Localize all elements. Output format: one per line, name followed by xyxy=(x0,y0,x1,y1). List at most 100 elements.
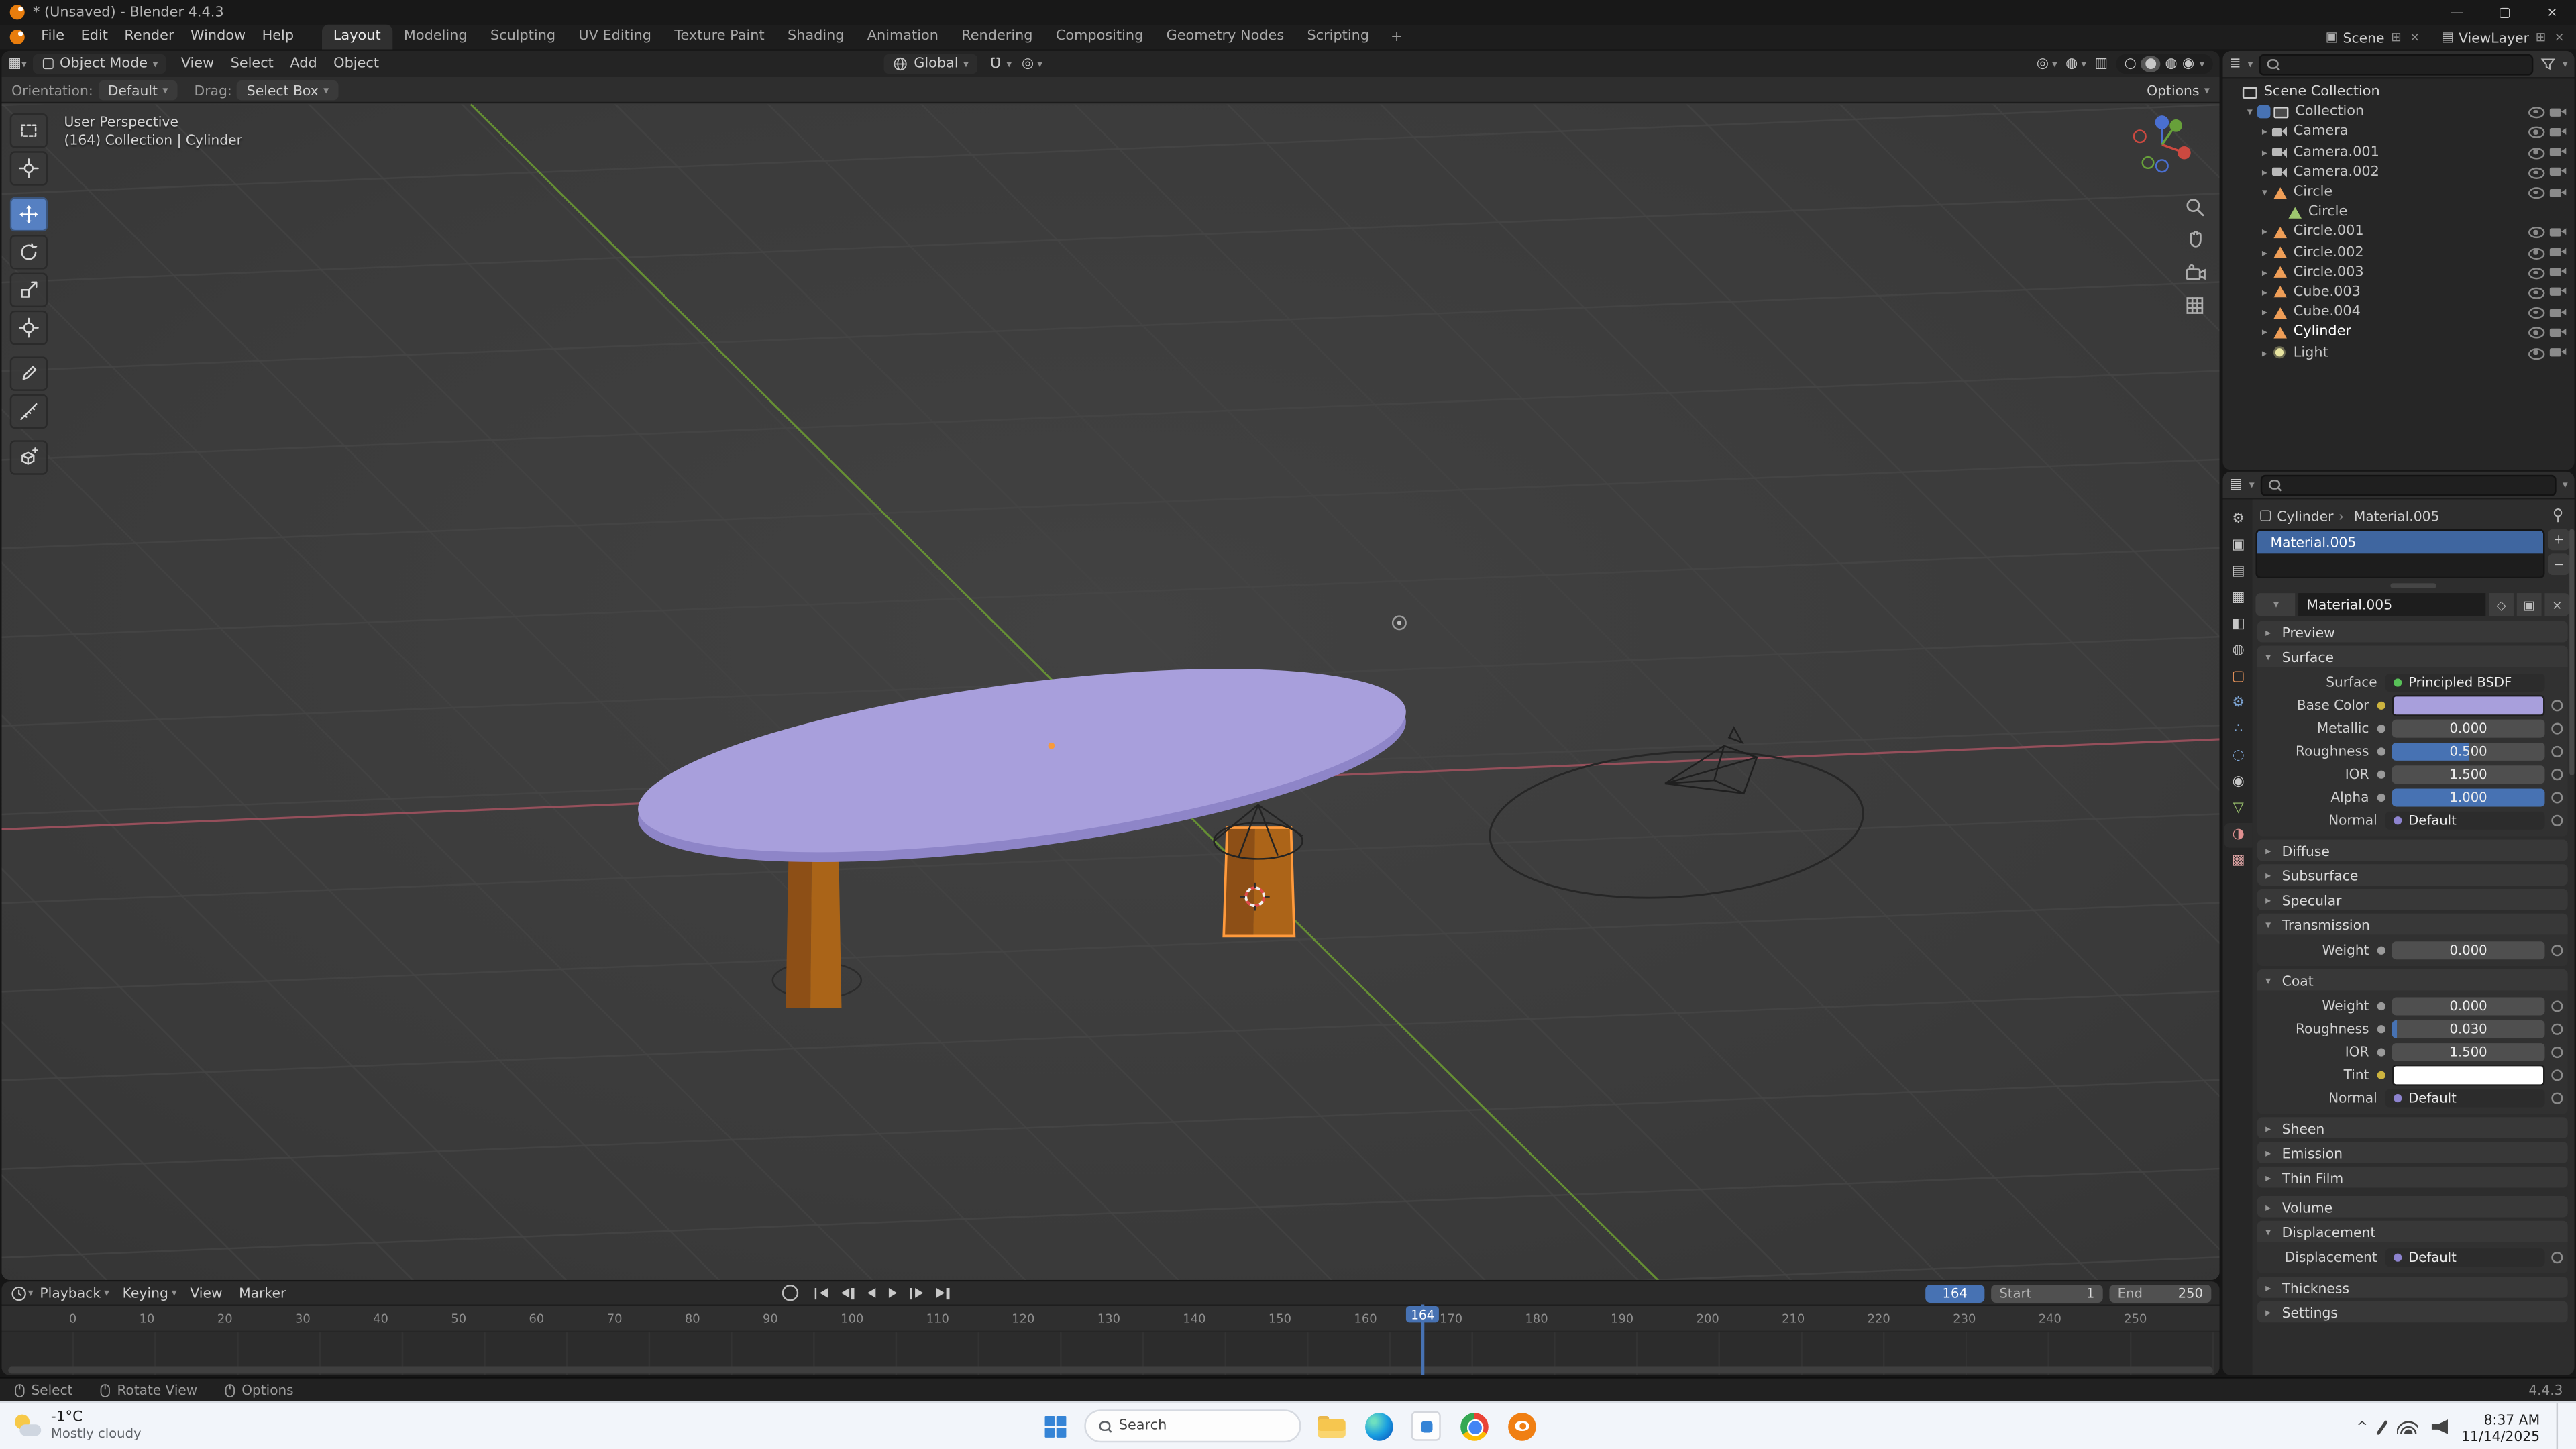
property-value-widget[interactable]: Default xyxy=(2385,1088,2545,1106)
disable-in-render-icon[interactable] xyxy=(2550,306,2568,319)
timeline-ruler[interactable]: 0102030405060708090100110120130140150160… xyxy=(1,1306,2219,1332)
timeline-track-area[interactable] xyxy=(1,1332,2219,1375)
options-dropdown[interactable]: Options ▾ xyxy=(2147,81,2210,97)
disable-in-render-icon[interactable] xyxy=(2550,166,2568,179)
zoom-icon[interactable] xyxy=(2184,195,2206,218)
disable-in-render-icon[interactable] xyxy=(2550,125,2568,139)
expander-icon[interactable]: ▸ xyxy=(2257,146,2272,159)
settings-panel[interactable]: ▸Settings xyxy=(2257,1301,2568,1323)
hide-in-viewport-icon[interactable] xyxy=(2528,246,2544,259)
disable-in-render-icon[interactable] xyxy=(2550,346,2568,360)
outliner-row[interactable]: ▸ Light xyxy=(2222,342,2574,362)
timeline-menu-item[interactable]: Playback▾ xyxy=(34,1285,116,1301)
orientation-default-dropdown[interactable]: Default ▾ xyxy=(98,80,178,99)
thickness-panel[interactable]: ▸Thickness xyxy=(2257,1277,2568,1298)
property-value-widget[interactable]: Default xyxy=(2385,811,2545,829)
viewlayer-selector[interactable]: ViewLayer xyxy=(2459,29,2529,45)
expander-icon[interactable]: ▸ xyxy=(2257,266,2272,279)
workspace-tab[interactable]: Layout xyxy=(322,25,392,50)
decorate-icon[interactable] xyxy=(2551,699,2563,710)
pan-hand-icon[interactable] xyxy=(2184,228,2206,251)
outliner-row[interactable]: ▸ Camera.002 xyxy=(2222,162,2574,182)
properties-tab[interactable] xyxy=(2224,586,2253,610)
diffuse-panel[interactable]: ▸Diffuse xyxy=(2257,839,2568,861)
emission-panel[interactable]: ▸Emission xyxy=(2257,1142,2568,1163)
drag-mode-dropdown[interactable]: Select Box ▾ xyxy=(237,80,339,99)
new-material-button[interactable]: ▣ xyxy=(2517,593,2542,616)
tray-expand-icon[interactable]: ^ xyxy=(2357,1419,2367,1434)
wifi-icon[interactable] xyxy=(2397,1419,2418,1434)
properties-tab[interactable] xyxy=(2224,507,2253,532)
rendered-shading-icon[interactable]: ◉ xyxy=(2182,56,2194,72)
expander-icon[interactable]: ▾ xyxy=(2243,105,2257,119)
material-slot-active[interactable]: Material.005 xyxy=(2257,531,2543,553)
outliner-search-input[interactable] xyxy=(2259,54,2532,75)
workspace-tab[interactable]: Geometry Nodes xyxy=(1155,25,1295,50)
hide-in-viewport-icon[interactable] xyxy=(2528,226,2544,239)
property-value-widget[interactable]: Default xyxy=(2385,1248,2545,1266)
properties-tab[interactable] xyxy=(2224,665,2253,690)
property-value-widget[interactable]: Principled BSDF xyxy=(2385,673,2545,691)
property-value-widget[interactable]: 0.030 xyxy=(2392,1020,2545,1038)
cursor-tool[interactable] xyxy=(10,151,48,185)
properties-scrollbar[interactable] xyxy=(2569,529,2574,775)
properties-tab[interactable] xyxy=(2224,533,2253,558)
timeline-editor-icon[interactable] xyxy=(10,1284,28,1302)
jump-to-start-button[interactable] xyxy=(810,1283,833,1303)
subsurface-panel[interactable]: ▸Subsurface xyxy=(2257,864,2568,885)
solid-shading-icon[interactable]: ● xyxy=(2141,56,2160,72)
prev-keyframe-button[interactable] xyxy=(836,1283,859,1303)
transform-tool[interactable] xyxy=(10,311,48,345)
hide-in-viewport-icon[interactable] xyxy=(2528,306,2544,319)
property-value-widget[interactable]: 0.000 xyxy=(2392,996,2545,1014)
properties-tab[interactable] xyxy=(2224,612,2253,637)
expander-icon[interactable]: ▸ xyxy=(2257,306,2272,319)
sheen-panel[interactable]: ▸Sheen xyxy=(2257,1117,2568,1138)
properties-tab[interactable] xyxy=(2224,638,2253,663)
expander-icon[interactable]: ▾ xyxy=(2257,186,2272,199)
xray-toggle[interactable]: ▥ xyxy=(2094,56,2108,72)
disable-in-render-icon[interactable] xyxy=(2550,266,2568,279)
hide-in-viewport-icon[interactable] xyxy=(2528,346,2544,360)
next-keyframe-button[interactable] xyxy=(905,1283,928,1303)
decorate-icon[interactable] xyxy=(2551,814,2563,825)
expander-icon[interactable]: ▸ xyxy=(2257,346,2272,360)
hide-in-viewport-icon[interactable] xyxy=(2528,286,2544,299)
expander-icon[interactable]: ▸ xyxy=(2257,286,2272,299)
menu-item[interactable]: Window xyxy=(182,25,254,50)
show-desktop-button[interactable] xyxy=(2557,1403,2563,1449)
decorate-icon[interactable] xyxy=(2551,1251,2563,1263)
taskbar-search-input[interactable]: Search xyxy=(1084,1409,1301,1442)
outliner-editor-icon[interactable]: ≣ xyxy=(2229,56,2241,72)
expander-icon[interactable]: ▸ xyxy=(2257,226,2272,239)
disable-in-render-icon[interactable] xyxy=(2550,186,2568,199)
close-button[interactable]: × xyxy=(2528,0,2576,25)
app-window-icon[interactable] xyxy=(1408,1408,1444,1444)
hide-in-viewport-icon[interactable] xyxy=(2528,146,2544,159)
displacement-panel[interactable]: ▾Displacement Displacement Default xyxy=(2257,1221,2568,1273)
timeline-menu-item[interactable]: Marker xyxy=(232,1285,296,1301)
workspace-tab[interactable]: Compositing xyxy=(1044,25,1155,50)
property-value-widget[interactable]: 0.000 xyxy=(2392,718,2545,737)
menu-item[interactable]: File xyxy=(33,25,72,50)
add-workspace-button[interactable]: + xyxy=(1381,29,1413,45)
outliner-row[interactable]: ▸ Cube.003 xyxy=(2222,282,2574,303)
property-value-widget[interactable]: 1.500 xyxy=(2392,765,2545,783)
properties-tab[interactable] xyxy=(2224,717,2253,742)
transmission-panel[interactable]: ▾Transmission Weight 0.000 xyxy=(2257,914,2568,966)
annotate-tool[interactable] xyxy=(10,356,48,390)
jump-to-end-button[interactable] xyxy=(931,1283,954,1303)
outliner-row[interactable]: ▸ Camera.001 xyxy=(2222,142,2574,162)
volume-panel[interactable]: ▸Volume xyxy=(2257,1196,2568,1218)
property-value-widget[interactable]: 0.000 xyxy=(2392,941,2545,959)
blender-taskbar-icon[interactable] xyxy=(1503,1408,1540,1444)
preview-panel[interactable]: ▸Preview xyxy=(2257,621,2568,643)
decorate-icon[interactable] xyxy=(2551,1091,2563,1103)
hide-in-viewport-icon[interactable] xyxy=(2528,125,2544,139)
properties-tab[interactable] xyxy=(2224,849,2253,873)
properties-search-input[interactable] xyxy=(2261,474,2556,496)
weather-widget[interactable]: -1°C Mostly cloudy xyxy=(13,1409,142,1442)
expander-icon[interactable]: ▸ xyxy=(2257,326,2272,339)
workspace-tab[interactable]: Scripting xyxy=(1295,25,1381,50)
frame-end-field[interactable]: End 250 xyxy=(2109,1284,2211,1302)
